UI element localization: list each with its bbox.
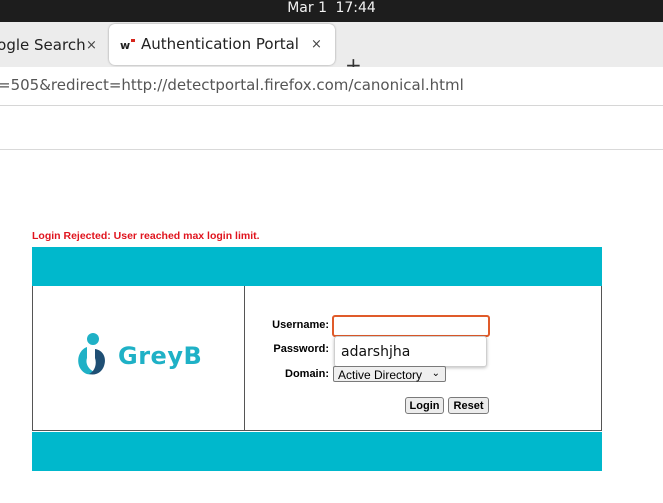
username-label: Username: [272, 319, 329, 331]
tab-title: oogle Search [0, 36, 86, 54]
autocomplete-suggestion[interactable]: adarshjha [334, 336, 487, 367]
domain-label: Domain: [285, 368, 329, 380]
reset-button[interactable]: Reset [448, 397, 489, 414]
login-panel: GreyB Username: Password: adarshjha Doma… [32, 247, 602, 471]
chevron-down-icon: ⌄ [431, 368, 440, 379]
url-bar[interactable]: =505&redirect=http://detectportal.firefo… [0, 67, 663, 106]
greyb-logo-icon [78, 333, 105, 375]
error-message: Login Rejected: User reached max login l… [32, 230, 260, 242]
login-button[interactable]: Login [405, 397, 444, 414]
header-band [32, 247, 602, 286]
os-top-bar: Mar 1 17:44 [0, 0, 663, 22]
watchguard-favicon-icon: w [120, 39, 135, 50]
username-input[interactable] [332, 315, 490, 337]
password-label: Password: [273, 343, 329, 355]
url-text[interactable]: =505&redirect=http://detectportal.firefo… [0, 76, 464, 94]
login-body: GreyB Username: Password: adarshjha Doma… [32, 286, 602, 431]
tab-google-search[interactable]: oogle Search × [0, 25, 103, 66]
tab-authentication-portal[interactable]: w Authentication Portal × [109, 24, 335, 65]
brand-name: GreyB [118, 342, 203, 370]
column-divider [244, 286, 245, 430]
tab-strip: oogle Search × w Authentication Portal ×… [0, 22, 663, 75]
domain-selected-value: Active Directory [338, 368, 423, 382]
divider [0, 149, 663, 150]
domain-select[interactable]: Active Directory ⌄ [333, 366, 446, 382]
footer-band [32, 432, 602, 471]
svg-text:w: w [120, 39, 130, 50]
tab-close-icon[interactable]: × [86, 25, 97, 66]
tab-title: Authentication Portal [141, 35, 299, 53]
bookmarks-toolbar [0, 106, 663, 148]
tab-close-icon[interactable]: × [311, 24, 322, 65]
os-time: 17:44 [335, 0, 376, 16]
os-date: Mar 1 [287, 0, 327, 16]
